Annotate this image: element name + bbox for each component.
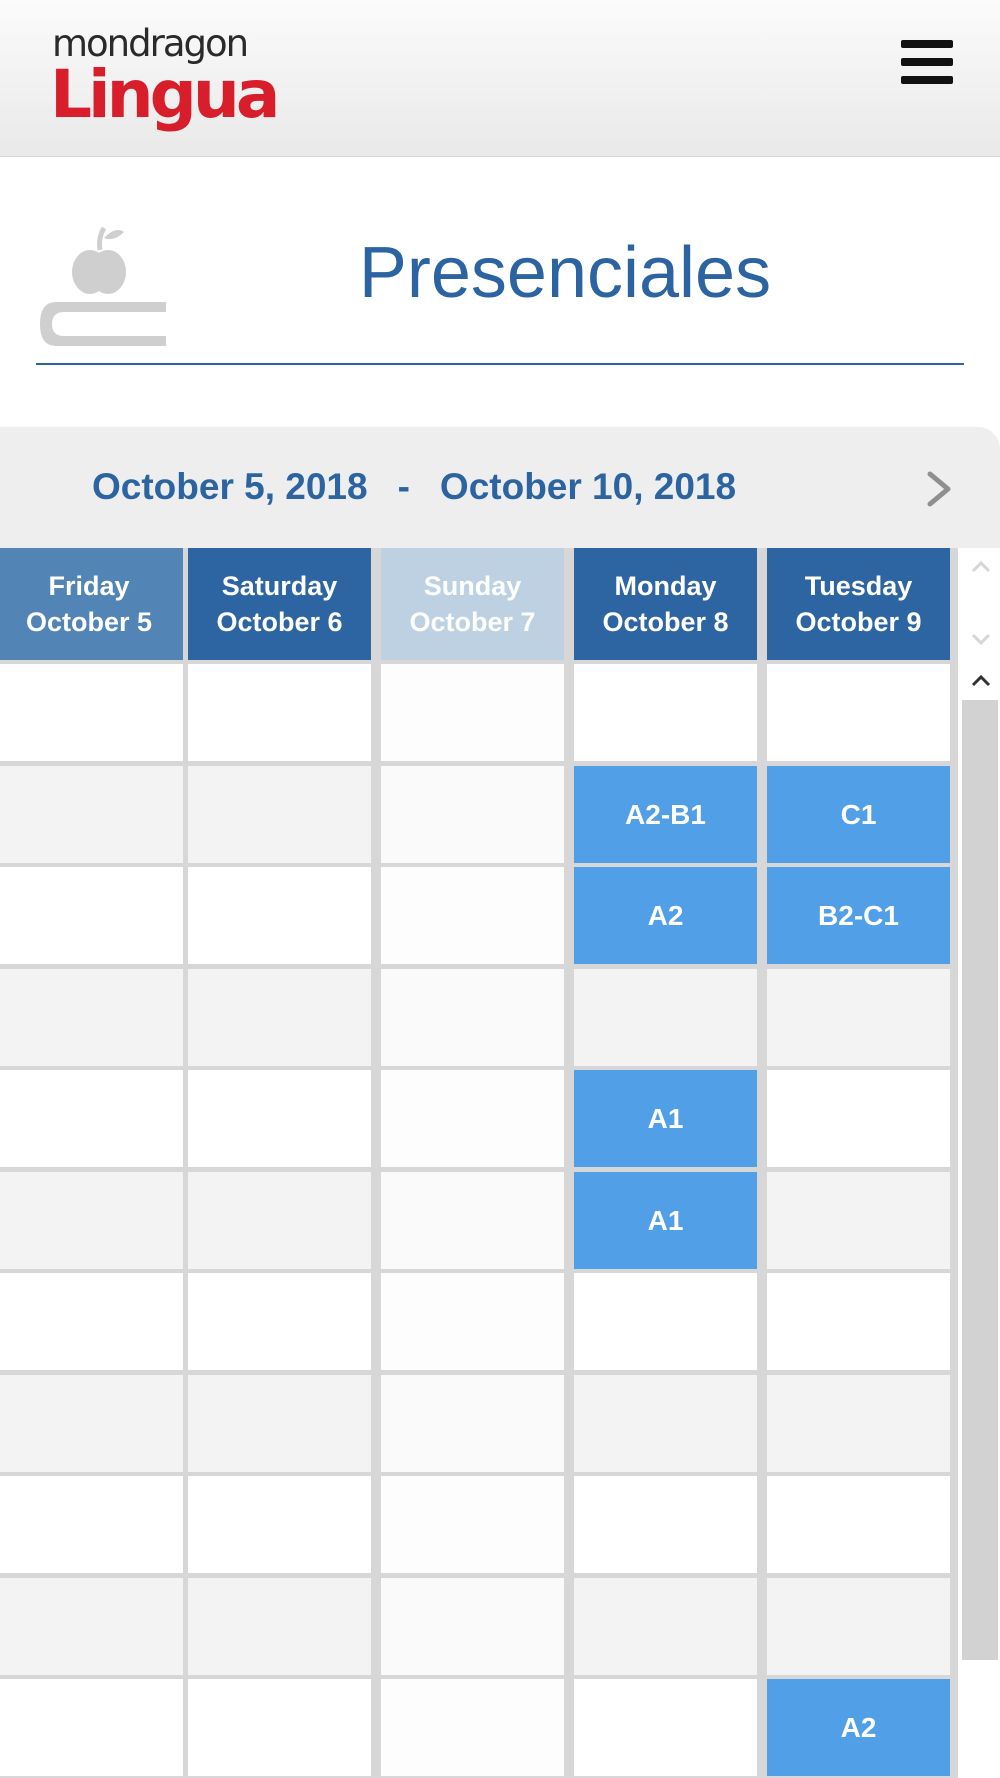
day-header-weekday: Monday [614, 571, 717, 601]
time-slot-cell[interactable] [0, 1273, 183, 1370]
day-header-tuesday[interactable]: Tuesday October 9 [767, 548, 950, 660]
scroll-up-arrow-icon[interactable] [970, 670, 992, 692]
time-slot-cell[interactable] [574, 664, 757, 761]
time-slot-cell[interactable] [0, 664, 183, 761]
day-header-date: October 7 [409, 607, 536, 637]
time-slot-cell[interactable] [188, 969, 371, 1066]
class-event[interactable]: A2-B1 [574, 766, 757, 863]
day-header-weekday: Saturday [221, 571, 338, 601]
time-slot-cell[interactable] [767, 1172, 950, 1269]
time-slot-cell[interactable] [188, 867, 371, 964]
time-slot-cell[interactable] [767, 969, 950, 1066]
range-end: October 10, 2018 [439, 466, 737, 507]
date-range: October 5, 2018- October 10, 2018 [92, 466, 736, 508]
time-slot-cell[interactable] [574, 1375, 757, 1472]
time-slot-cell[interactable] [574, 969, 757, 1066]
day-header-weekday: Sunday [423, 571, 522, 601]
hamburger-menu-icon[interactable] [901, 40, 953, 84]
apple-on-book-icon [38, 220, 170, 350]
time-slot-cell[interactable] [574, 1679, 757, 1776]
time-slot-cell[interactable] [0, 1476, 183, 1573]
class-event[interactable]: C1 [767, 766, 950, 863]
time-slot-cell[interactable] [381, 1476, 564, 1573]
time-slot-cell[interactable] [381, 867, 564, 964]
class-event[interactable]: A2 [574, 867, 757, 964]
time-slot-cell[interactable] [188, 1476, 371, 1573]
class-event[interactable]: A1 [574, 1070, 757, 1167]
day-header-date: October 6 [216, 607, 343, 637]
time-slot-cell[interactable] [767, 1476, 950, 1573]
day-header-weekday: Tuesday [804, 571, 913, 601]
time-slot-cell[interactable] [0, 1679, 183, 1776]
day-header-weekday: Friday [48, 571, 130, 601]
day-header-saturday[interactable]: Saturday October 6 [188, 548, 371, 660]
time-slot-cell[interactable] [0, 969, 183, 1066]
day-header-friday[interactable]: Friday October 5 [0, 548, 183, 660]
range-start: October 5, 2018 [92, 466, 368, 507]
class-event[interactable]: A2 [767, 1679, 950, 1776]
time-slot-cell[interactable] [381, 1375, 564, 1472]
time-slot-cell[interactable] [381, 1578, 564, 1675]
site-header: mondragon Lingua [0, 0, 1000, 157]
time-slot-cell[interactable] [188, 1172, 371, 1269]
time-slot-cell[interactable] [0, 1375, 183, 1472]
chevron-up-icon[interactable] [970, 556, 992, 578]
time-slot-cell[interactable] [0, 1070, 183, 1167]
time-slot-cell[interactable] [0, 1578, 183, 1675]
time-slot-cell[interactable] [381, 664, 564, 761]
time-slot-cell[interactable] [767, 664, 950, 761]
time-slot-cell[interactable] [381, 1172, 564, 1269]
day-header-date: October 5 [25, 607, 153, 637]
class-event[interactable]: A1 [574, 1172, 757, 1269]
time-slot-cell[interactable] [574, 1476, 757, 1573]
time-slot-cell[interactable] [188, 1273, 371, 1370]
time-slot-cell[interactable] [574, 1273, 757, 1370]
time-slot-cell[interactable] [381, 1070, 564, 1167]
time-slot-cell[interactable] [188, 1070, 371, 1167]
time-slot-cell[interactable] [188, 1375, 371, 1472]
time-slot-cell[interactable] [0, 867, 183, 964]
time-slot-cell[interactable] [0, 766, 183, 863]
time-slot-cell[interactable] [767, 1273, 950, 1370]
day-header-date: October 8 [602, 607, 729, 637]
time-slot-cell[interactable] [188, 664, 371, 761]
mondragon-lingua-logo[interactable]: mondragon Lingua [50, 18, 280, 143]
logo-wordmark-bottom: Lingua [50, 56, 280, 133]
class-event[interactable]: B2-C1 [767, 867, 950, 964]
time-slot-cell[interactable] [188, 766, 371, 863]
day-header-date: October 9 [795, 607, 922, 637]
time-slot-cell[interactable] [381, 1679, 564, 1776]
time-slot-cell[interactable] [188, 1679, 371, 1776]
range-separator: - [397, 466, 410, 507]
page-title: Presenciales [358, 233, 772, 313]
title-divider [36, 363, 964, 365]
schedule-grid: Friday October 5 Saturday October 6 Sunday Oc… [0, 548, 958, 1778]
time-slot-cell[interactable] [188, 1578, 371, 1675]
time-slot-cell[interactable] [767, 1578, 950, 1675]
time-slot-cell[interactable] [767, 1375, 950, 1472]
scrollbar-thumb[interactable] [962, 700, 998, 1660]
day-header-monday[interactable]: Monday October 8 [574, 548, 757, 660]
time-slot-cell[interactable] [574, 1578, 757, 1675]
chevron-down-icon[interactable] [970, 628, 992, 650]
time-slot-cell[interactable] [767, 1070, 950, 1167]
time-slot-cell[interactable] [381, 766, 564, 863]
day-header-sunday[interactable]: Sunday October 7 [381, 548, 564, 660]
time-slot-cell[interactable] [381, 1273, 564, 1370]
chevron-right-icon[interactable] [924, 470, 954, 508]
time-slot-cell[interactable] [381, 969, 564, 1066]
time-slot-cell[interactable] [0, 1172, 183, 1269]
